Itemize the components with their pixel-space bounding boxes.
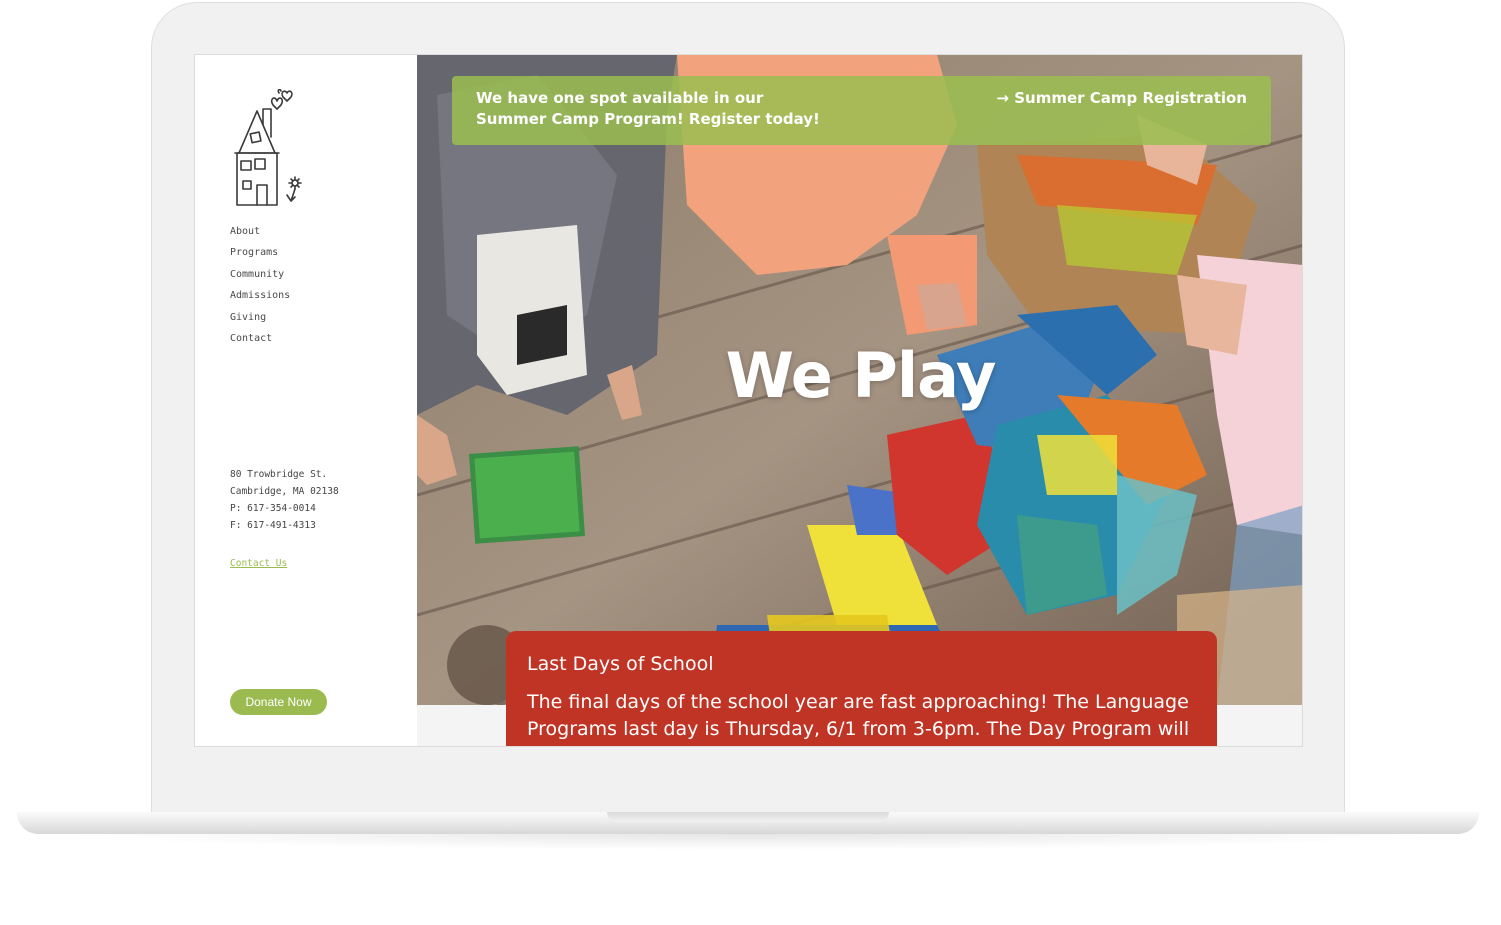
hero-section: We have one spot available in our Summer…: [417, 55, 1302, 705]
sidebar: About Programs Community Admissions Givi…: [195, 55, 417, 746]
website-screen: About Programs Community Admissions Givi…: [194, 54, 1303, 747]
main-nav: About Programs Community Admissions Givi…: [230, 225, 290, 353]
donate-now-button[interactable]: Donate Now: [230, 689, 327, 715]
banner-text: We have one spot available in our Summer…: [476, 89, 820, 128]
banner-link-label: Summer Camp Registration: [1014, 89, 1247, 107]
arrow-right-icon: →: [996, 89, 1009, 107]
news-card-body: The final days of the school year are fa…: [527, 691, 1190, 740]
summer-camp-registration-link[interactable]: → Summer Camp Registration: [996, 88, 1247, 109]
nav-item-about[interactable]: About: [230, 225, 290, 246]
phone-number: P: 617-354-0014: [230, 503, 316, 514]
fax-number: F: 617-491-4313: [230, 520, 316, 531]
news-card[interactable]: Last Days of School The final days of th…: [506, 631, 1217, 746]
address-block: 80 Trowbridge St. Cambridge, MA 02138 P:…: [230, 468, 339, 536]
address-street: 80 Trowbridge St.: [230, 469, 328, 480]
nav-item-contact[interactable]: Contact: [230, 332, 290, 353]
nav-item-admissions[interactable]: Admissions: [230, 289, 290, 310]
hero-title: We Play: [725, 339, 997, 412]
house-logo-icon[interactable]: [229, 89, 309, 209]
address-city: Cambridge, MA 02138: [230, 486, 339, 497]
news-card-title: Last Days of School: [527, 653, 714, 675]
contact-us-link[interactable]: Contact Us: [230, 558, 287, 569]
nav-item-giving[interactable]: Giving: [230, 311, 290, 332]
laptop-shadow: [60, 834, 1440, 850]
laptop-notch: [607, 812, 889, 822]
nav-item-community[interactable]: Community: [230, 268, 290, 289]
nav-item-programs[interactable]: Programs: [230, 246, 290, 267]
announcement-banner: We have one spot available in our Summer…: [452, 76, 1271, 145]
